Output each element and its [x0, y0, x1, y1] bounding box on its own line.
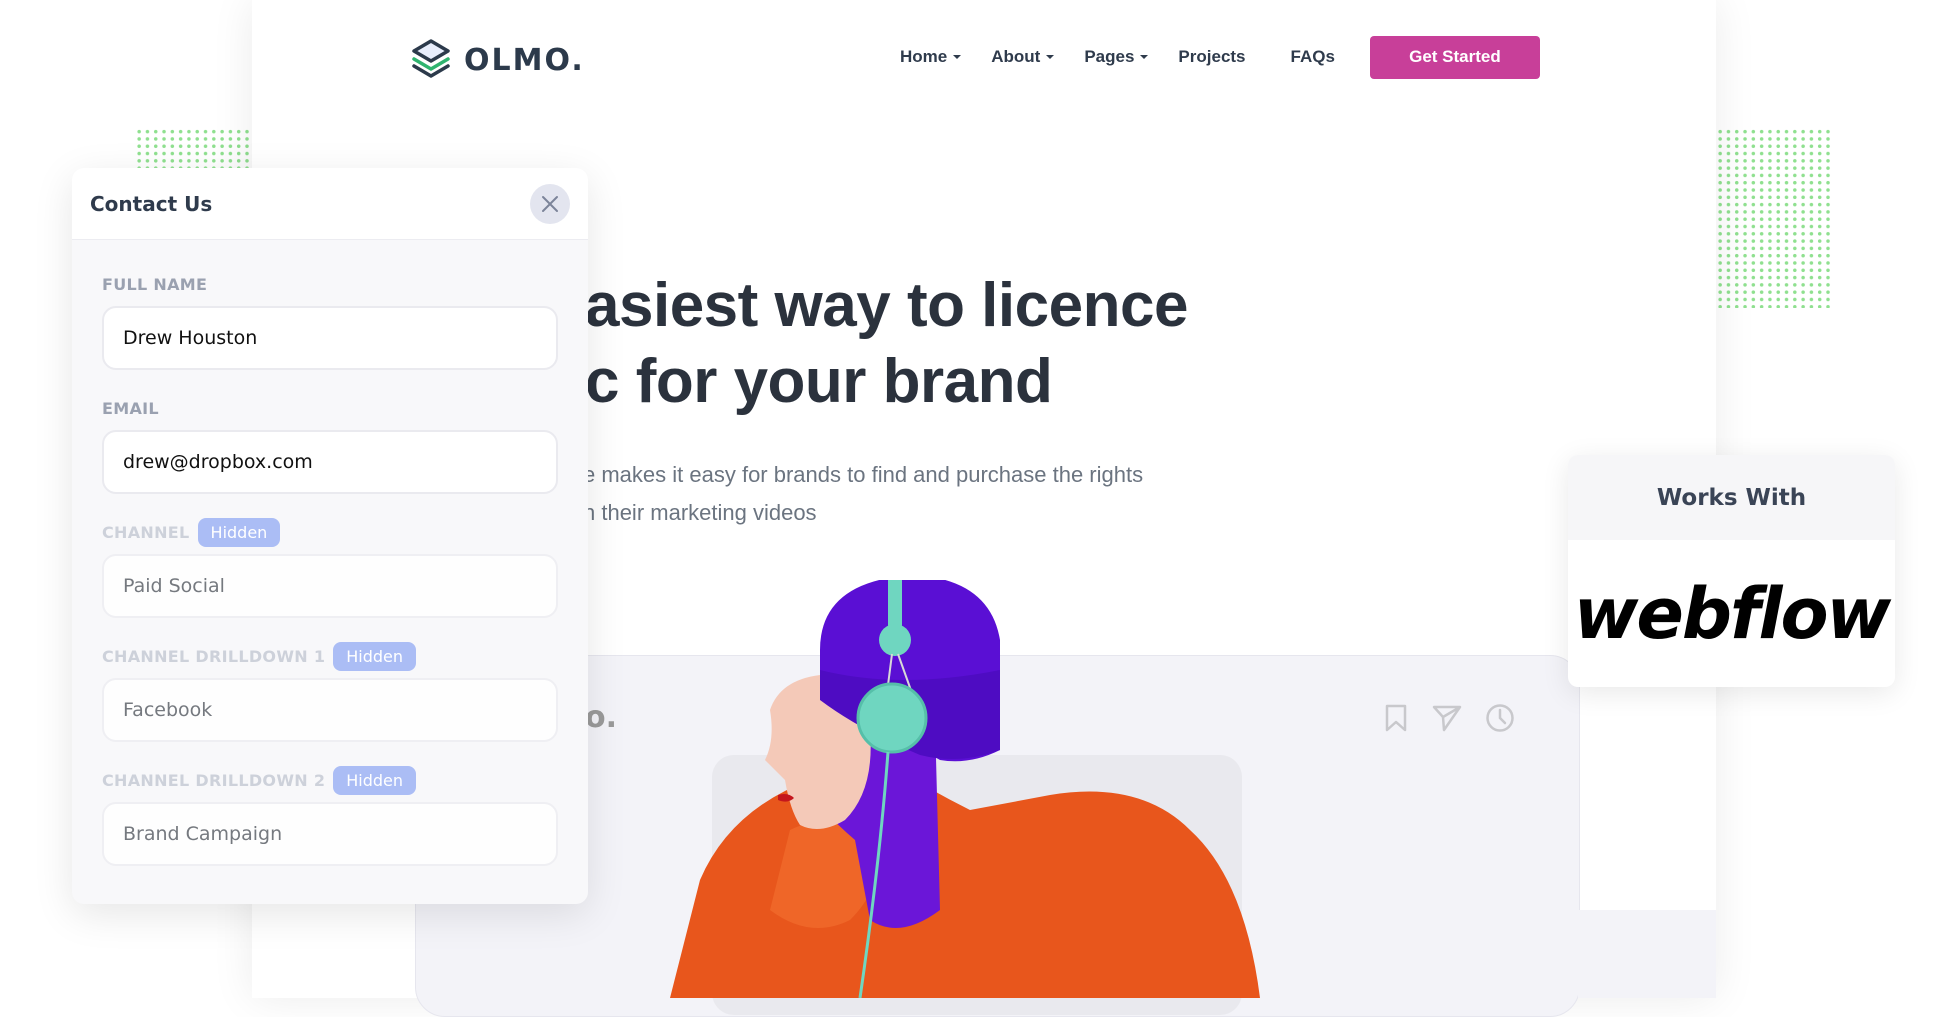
field-label-row: CHANNEL DRILLDOWN 1 Hidden: [102, 640, 558, 672]
page-strip: [1578, 910, 1716, 998]
close-button[interactable]: [530, 183, 570, 224]
field-label-row: EMAIL: [102, 392, 558, 424]
field-label-channel-drilldown-1: CHANNEL DRILLDOWN 1: [102, 646, 326, 666]
hero-subtitle-line: n their marketing videos: [583, 500, 817, 525]
field-label-full-name: FULL NAME: [102, 274, 208, 294]
nav-item-projects[interactable]: Projects: [1178, 47, 1245, 67]
channel-drilldown-2-input[interactable]: Brand Campaign: [102, 802, 558, 866]
send-icon[interactable]: [1431, 703, 1463, 733]
hero-title-line: asiest way to licence: [585, 271, 1188, 340]
caret-down-icon: [1046, 55, 1055, 59]
channel-drilldown-1-input[interactable]: Facebook: [102, 678, 558, 742]
nav-label: FAQs: [1290, 47, 1335, 66]
field-label-channel: CHANNEL: [102, 522, 190, 542]
headphone-band: [888, 580, 902, 630]
nav-item-faqs[interactable]: FAQs: [1291, 47, 1335, 67]
nav-label: About: [991, 47, 1041, 66]
field-label-row: CHANNEL Hidden: [102, 516, 558, 548]
webflow-logo: webflow: [1573, 572, 1891, 655]
nav-label: Pages: [1084, 47, 1135, 66]
layers-icon: [410, 38, 452, 83]
hidden-badge: Hidden: [197, 517, 281, 547]
nav-label: Projects: [1178, 47, 1246, 66]
contact-form: FULL NAME Drew Houston EMAIL drew@dropbo…: [72, 240, 588, 866]
full-name-input[interactable]: Drew Houston: [102, 306, 558, 370]
hero-title-line: c for your brand: [585, 347, 1053, 416]
dot-pattern-decoration: [1716, 128, 1833, 308]
orange-jacket: [670, 765, 1260, 998]
field-label-email: EMAIL: [102, 398, 159, 418]
hero-subtitle-line: e makes it easy for brands to find and p…: [583, 462, 1144, 487]
main-nav: Home About Pages Projects FAQs Get Start…: [900, 35, 1540, 79]
close-icon: [542, 195, 558, 212]
mockup-toolbar: [1383, 703, 1515, 733]
field-label-channel-drilldown-2: CHANNEL DRILLDOWN 2: [102, 770, 326, 790]
works-with-card: Works With webflow: [1568, 455, 1895, 687]
headphone-earcup: [856, 682, 928, 754]
nav-item-home[interactable]: Home: [900, 47, 962, 67]
brand-name: OLMO.: [464, 43, 585, 78]
clock-icon[interactable]: [1485, 703, 1515, 733]
contact-title: Contact Us: [90, 191, 213, 216]
email-input[interactable]: drew@dropbox.com: [102, 430, 558, 494]
hero-image-woman-headphones: [670, 580, 1260, 998]
channel-input[interactable]: Paid Social: [102, 554, 558, 618]
mockup-logo: o.: [585, 700, 618, 735]
caret-down-icon: [953, 55, 962, 59]
field-label-row: FULL NAME: [102, 268, 558, 300]
contact-form-panel: Contact Us FULL NAME Drew Houston EMAIL …: [72, 168, 588, 904]
hero-subtitle: e makes it easy for brands to find and p…: [583, 456, 1143, 532]
hidden-badge: Hidden: [333, 765, 417, 795]
brand-logo[interactable]: OLMO.: [410, 38, 585, 83]
headphone-slider: [879, 624, 911, 656]
field-label-row: CHANNEL DRILLDOWN 2 Hidden: [102, 764, 558, 796]
get-started-button[interactable]: Get Started: [1369, 35, 1540, 79]
nav-item-about[interactable]: About: [991, 47, 1055, 67]
contact-header: Contact Us: [72, 168, 588, 240]
works-with-title: Works With: [1568, 455, 1895, 540]
hidden-badge: Hidden: [333, 641, 417, 671]
nav-label: Home: [900, 47, 948, 66]
nav-item-pages[interactable]: Pages: [1084, 47, 1149, 67]
bookmark-icon[interactable]: [1383, 703, 1409, 733]
caret-down-icon: [1140, 55, 1149, 59]
hero-title: asiest way to licence c for your brand: [585, 268, 1188, 420]
dot-pattern-decoration: [135, 128, 252, 168]
